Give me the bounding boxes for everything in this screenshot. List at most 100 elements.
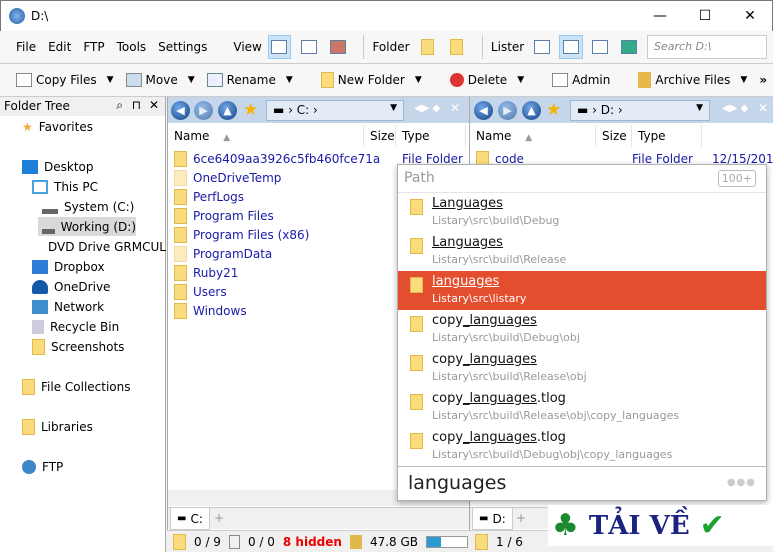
tree-dvd-drive[interactable]: DVD Drive GRMCULFRER_EN_DVD [42,237,166,256]
left-column-header: Name ▲ Size Type [168,125,469,147]
lister-single-icon[interactable] [530,35,553,59]
file-row[interactable]: ProgramData [174,244,272,263]
close-icon[interactable]: ✕ [149,98,159,112]
lister-viewer-icon[interactable] [618,35,641,59]
right-address-bar[interactable]: ▬ › D: › ▼ [570,100,710,121]
tab-c[interactable]: ▬ C: [170,508,210,530]
view-details-icon[interactable] [267,35,292,59]
sync-icon[interactable]: ◀▶ ◆ [722,103,748,114]
view-thumbnails-icon[interactable] [326,35,349,59]
unlock-icon[interactable]: ⊓ [132,98,141,112]
minimize-button[interactable]: — [637,1,683,31]
copy-files-button[interactable]: Copy Files ▼ [16,73,114,87]
tree-desktop[interactable]: Desktop [22,157,94,176]
add-tab-icon[interactable]: + [516,511,526,525]
close-lister-icon[interactable]: ✕ [758,101,768,115]
tree-dropbox[interactable]: Dropbox [32,257,105,276]
file-row[interactable]: Program Files (x86) [174,225,309,244]
query-input[interactable]: languages ●●● [398,466,766,500]
forward-button[interactable]: ▶ [498,101,517,120]
result-item[interactable]: copy_languages Listary\src\build\Debug\o… [398,310,766,349]
move-button[interactable]: Move ▼ [125,73,195,87]
left-address-bar[interactable]: ▬ › C: › ▼ [266,100,404,121]
col-name[interactable]: Name ▲ [168,125,364,147]
file-row[interactable]: Users [174,282,227,301]
result-item[interactable]: copy_languages Listary\src\build\Release… [398,349,766,388]
tree-recycle-bin[interactable]: Recycle Bin [32,317,119,336]
menu-ftp[interactable]: FTP [83,40,104,54]
search-icon[interactable]: ⌕ [116,98,123,113]
result-item[interactable]: copy_languages.tlog Listary\src\build\Re… [398,388,766,427]
more-button[interactable]: » [759,73,767,87]
tree-favorites[interactable]: ★ Favorites [22,117,93,136]
folder-icon [410,316,423,332]
drive-icon [42,220,55,234]
up-button[interactable]: ▲ [522,101,541,120]
delete-icon [449,73,464,87]
rename-button[interactable]: Rename ▼ [206,73,293,87]
app-icon [9,8,25,24]
tree-file-collections[interactable]: File Collections [22,377,131,396]
lister-tree-icon[interactable] [589,35,612,59]
view-power-icon[interactable] [297,35,320,59]
col-type[interactable]: Type [396,125,466,147]
result-item[interactable]: Languages Listary\src\build\Release [398,232,766,271]
new-folder-icon [320,72,334,88]
file-row[interactable]: OneDriveTemp [174,168,281,187]
hidden-count[interactable]: 8 hidden [283,535,342,549]
tree-screenshots[interactable]: Screenshots [32,337,124,356]
forward-button[interactable]: ▶ [194,101,213,120]
result-path: Listary\src\build\Debug\obj\copy_languag… [432,448,673,461]
tree-network[interactable]: Network [32,297,104,316]
menu-edit[interactable]: Edit [48,40,71,54]
sync-icon[interactable]: ◀▶ ◆ [414,103,440,114]
file-row[interactable]: PerfLogs [174,187,244,206]
more-options-icon[interactable]: ●●● [727,477,756,488]
col-type[interactable]: Type [632,125,702,147]
result-item[interactable]: Languages Listary\src\build\Debug [398,193,766,232]
back-button[interactable]: ◀ [171,101,190,120]
folder-icon [410,394,423,410]
archive-files-button[interactable]: Archive Files ▼ [638,72,747,88]
back-button[interactable]: ◀ [474,101,493,120]
delete-button[interactable]: Delete ▼ [449,73,524,87]
new-folder-button[interactable]: New Folder ▼ [320,72,422,88]
collection-icon [22,378,35,395]
add-tab-icon[interactable]: + [214,511,224,525]
move-icon [125,73,142,87]
result-item[interactable]: languages Listary\src\listary [398,271,766,310]
tab-d[interactable]: ▬ D: [472,508,513,530]
menu-settings[interactable]: Settings [158,40,207,54]
lister-dual-icon[interactable] [559,35,583,59]
tree-working-d[interactable]: Working (D:) [38,217,136,236]
folder-dual-icon[interactable] [416,35,439,59]
maximize-button[interactable]: ☐ [682,1,728,31]
result-name: Languages [432,196,503,211]
col-size[interactable]: Size [364,125,396,147]
search-input[interactable]: Search D:\ [647,35,768,59]
favorites-star-icon[interactable]: ★ [546,100,561,120]
col-size[interactable]: Size [596,125,632,147]
file-row[interactable]: Windows [174,301,247,320]
tree-system-c[interactable]: System (C:) [42,197,134,216]
close-lister-icon[interactable]: ✕ [450,101,460,115]
menu-tools[interactable]: Tools [117,40,147,54]
tree-ftp[interactable]: FTP [22,457,63,476]
tree-this-pc[interactable]: This PC [32,177,98,196]
close-button[interactable]: ✕ [727,1,773,31]
folder-tree-title: Folder Tree [4,99,70,113]
tree-libraries[interactable]: Libraries [22,417,93,436]
col-name[interactable]: Name ▲ [470,125,596,147]
folder-lock-icon[interactable] [445,35,468,59]
result-item[interactable]: copy_languages.tlog Listary\src\build\De… [398,427,766,466]
network-icon [32,299,48,314]
file-row[interactable]: Ruby21 [174,263,238,282]
file-row[interactable]: Program Files [174,206,274,225]
up-button[interactable]: ▲ [218,101,237,120]
favorites-star-icon[interactable]: ★ [243,100,258,120]
folder-icon [410,238,423,254]
menu-file[interactable]: File [16,40,36,54]
admin-button[interactable]: Admin [552,73,610,87]
tree-onedrive[interactable]: OneDrive [32,277,110,296]
file-row[interactable]: 6ce6409aa3926c5fb460fce71a File Folder [174,149,463,168]
